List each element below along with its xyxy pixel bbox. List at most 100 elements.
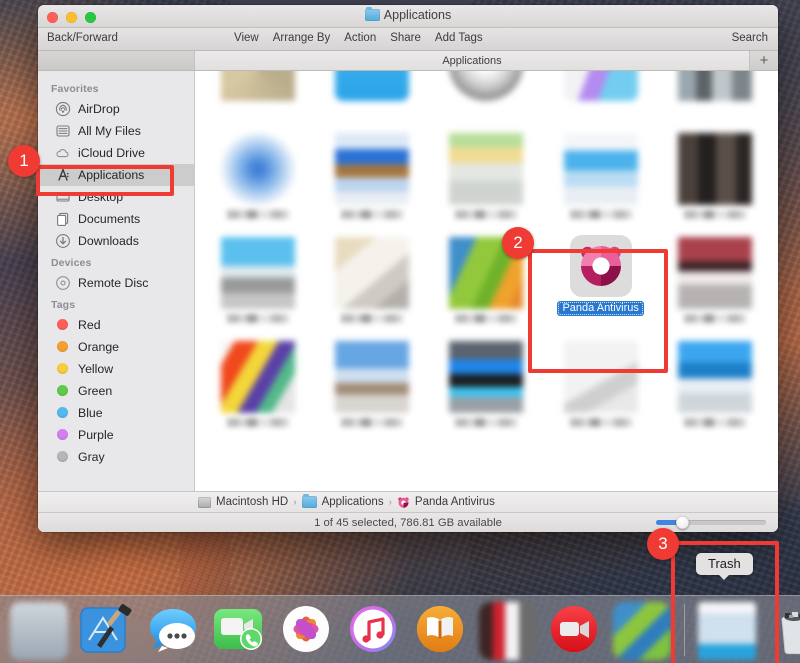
dock[interactable] (0, 595, 800, 663)
sidebar-item-all-my-files[interactable]: All My Files (38, 120, 194, 142)
tag-dot-icon (57, 385, 68, 396)
application-grid: Panda Antivirus (195, 71, 778, 435)
new-tab-button[interactable]: + (750, 51, 778, 70)
tab-bar[interactable]: Applications + (38, 51, 778, 71)
app-name (341, 210, 404, 219)
icloud-icon (55, 145, 71, 161)
sidebar-item-label: All My Files (78, 124, 141, 138)
back-forward-button[interactable]: Back/Forward (47, 32, 118, 44)
dock-item-xcode[interactable] (77, 602, 135, 660)
breadcrumb-macintosh-hd[interactable]: Macintosh HD (216, 496, 288, 508)
applications-icon (55, 167, 71, 183)
app-item[interactable] (658, 227, 772, 331)
path-bar[interactable]: Macintosh HD › Applications › Panda Anti… (38, 491, 778, 512)
dock-item-messages[interactable] (144, 602, 202, 660)
app-item[interactable] (315, 71, 429, 123)
app-name (455, 210, 518, 219)
sidebar-item-icloud-drive[interactable]: iCloud Drive (38, 142, 194, 164)
airdrop-icon (55, 101, 71, 117)
sidebar-item-remote-disc[interactable]: Remote Disc (38, 272, 194, 294)
app-name (683, 418, 746, 427)
app-item[interactable] (315, 331, 429, 435)
dock-item-quicktime[interactable] (546, 602, 604, 660)
dock-item-app-8[interactable] (479, 602, 537, 660)
app-item[interactable] (658, 123, 772, 227)
window-title: Applications (38, 6, 778, 22)
finder-icon-view[interactable]: Panda Antivirus (195, 71, 778, 491)
view-button[interactable]: View (234, 32, 259, 44)
sidebar-item-tag-blue[interactable]: Blue (38, 402, 194, 424)
sidebar-item-tag-orange[interactable]: Orange (38, 336, 194, 358)
trash-tooltip: Trash (696, 553, 753, 575)
app-name (683, 210, 746, 219)
finder-sidebar[interactable]: Favorites AirDrop All My Files iCloud Dr… (38, 71, 195, 491)
action-button[interactable]: Action (344, 32, 376, 44)
add-tags-button[interactable]: Add Tags (435, 32, 483, 44)
sidebar-item-label: Orange (78, 340, 120, 354)
dock-item-app-10[interactable] (613, 602, 671, 660)
slider-knob[interactable] (676, 516, 689, 529)
sidebar-group-favorites: Favorites (51, 83, 99, 95)
app-item[interactable] (201, 331, 315, 435)
app-thumbnail (677, 71, 752, 101)
app-item[interactable] (201, 123, 315, 227)
app-thumbnail (335, 133, 410, 205)
tag-dot-icon (57, 363, 68, 374)
app-item[interactable] (544, 71, 658, 123)
sidebar-item-applications[interactable]: Applications (38, 164, 194, 186)
breadcrumb-applications[interactable]: Applications (322, 496, 384, 508)
breadcrumb-panda-antivirus[interactable]: Panda Antivirus (415, 496, 495, 508)
sidebar-item-label: Red (78, 318, 101, 332)
dock-item-itunes[interactable] (345, 602, 403, 660)
window-title-text: Applications (383, 8, 452, 22)
remote-disc-icon (55, 275, 71, 291)
sidebar-item-downloads[interactable]: Downloads (38, 230, 194, 252)
app-item[interactable] (201, 227, 315, 331)
app-thumbnail (677, 341, 752, 413)
dock-item-facetime[interactable] (211, 602, 269, 660)
window-titlebar[interactable]: Applications (38, 5, 778, 28)
app-name (341, 314, 404, 323)
dock-trash[interactable] (765, 602, 800, 660)
search-input[interactable]: Search (732, 32, 768, 44)
sidebar-item-tag-yellow[interactable]: Yellow (38, 358, 194, 380)
sidebar-item-label: Gray (78, 450, 105, 464)
icon-size-slider[interactable] (656, 516, 766, 529)
sidebar-item-tag-red[interactable]: Red (38, 314, 194, 336)
app-item[interactable] (544, 123, 658, 227)
sidebar-item-tag-green[interactable]: Green (38, 380, 194, 402)
share-button[interactable]: Share (390, 32, 421, 44)
sidebar-item-documents[interactable]: Documents (38, 208, 194, 230)
dock-item-finder[interactable] (10, 602, 68, 660)
app-thumbnail (335, 71, 410, 101)
app-item[interactable] (429, 71, 543, 123)
app-item[interactable] (429, 331, 543, 435)
finder-toolbar[interactable]: Back/Forward View Arrange By Action Shar… (38, 28, 778, 51)
sidebar-item-tag-purple[interactable]: Purple (38, 424, 194, 446)
app-item[interactable] (315, 227, 429, 331)
panda-antivirus-icon (569, 235, 632, 297)
app-thumbnail (563, 133, 638, 205)
sidebar-item-tag-gray[interactable]: Gray (38, 446, 194, 468)
dock-item-photos[interactable] (278, 602, 336, 660)
app-thumbnail (449, 341, 524, 413)
app-item[interactable] (315, 123, 429, 227)
tab-applications[interactable]: Applications (195, 51, 750, 70)
dock-item-ibooks[interactable] (412, 602, 470, 660)
breadcrumb-separator: › (293, 496, 297, 508)
panda-mini-icon (397, 496, 410, 509)
dock-item-app-window[interactable] (698, 602, 756, 660)
arrange-by-button[interactable]: Arrange By (273, 32, 331, 44)
app-item[interactable] (544, 331, 658, 435)
app-item[interactable] (429, 123, 543, 227)
app-item[interactable] (658, 331, 772, 435)
app-item[interactable] (658, 71, 772, 123)
app-item[interactable] (201, 71, 315, 123)
folder-icon (301, 493, 317, 508)
step-badge-2: 2 (502, 227, 534, 259)
sidebar-item-label: iCloud Drive (78, 146, 145, 160)
sidebar-item-airdrop[interactable]: AirDrop (38, 98, 194, 120)
sidebar-item-desktop[interactable]: Desktop (38, 186, 194, 208)
finder-window[interactable]: Applications Back/Forward View Arrange B… (38, 5, 778, 532)
panda-antivirus-item[interactable]: Panda Antivirus (544, 227, 658, 331)
